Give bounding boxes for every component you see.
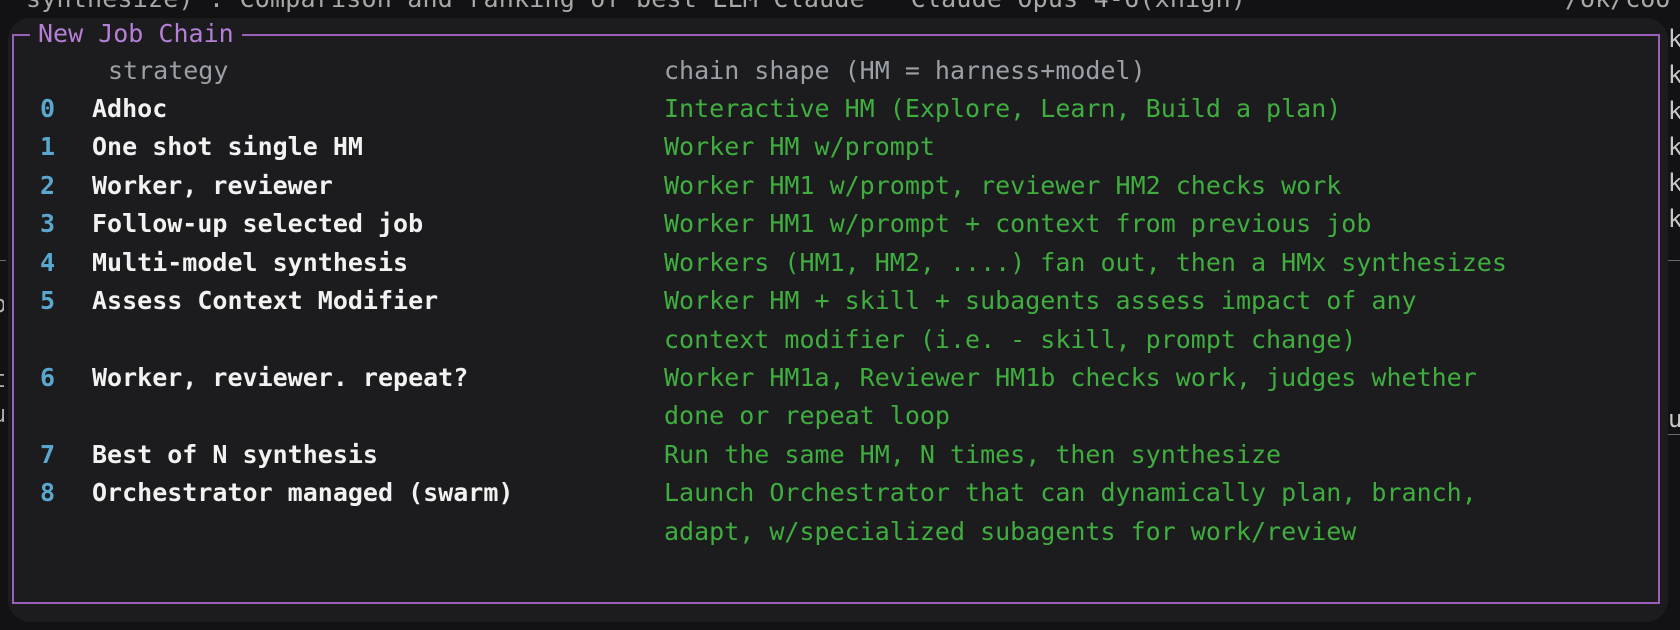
option-index: 0 bbox=[40, 94, 56, 123]
option-strategy: Assess Context Modifier bbox=[92, 286, 439, 315]
background-status-line: synthesize) : Comparison and ranking of … bbox=[26, 0, 1246, 13]
option-index: 3 bbox=[40, 209, 56, 238]
strategy-column-header: strategy bbox=[108, 56, 229, 85]
option-strategy: Best of N synthesis bbox=[92, 440, 378, 469]
option-strategy: Orchestrator managed (swarm) bbox=[92, 478, 514, 507]
background-left-char: b bbox=[0, 290, 4, 318]
background-right-char: k bbox=[1668, 133, 1680, 161]
background-right-char: k bbox=[1668, 61, 1680, 89]
option-chain-shape-continued: context modifier (i.e. - skill, prompt c… bbox=[664, 325, 1357, 354]
option-index: 5 bbox=[40, 286, 56, 315]
option-chain-shape: Workers (HM1, HM2, ....) fan out, then a… bbox=[664, 248, 1507, 277]
option-chain-shape: Worker HM + skill + subagents assess imp… bbox=[664, 286, 1417, 315]
option-index: 1 bbox=[40, 132, 56, 161]
option-chain-shape: Worker HM w/prompt bbox=[664, 132, 935, 161]
background-status-line-right: /ok/coo bbox=[1565, 0, 1670, 13]
option-index: 8 bbox=[40, 478, 56, 507]
dialog-title: New Job Chain bbox=[30, 18, 242, 50]
option-strategy: Multi-model synthesis bbox=[92, 248, 409, 277]
option-strategy: Worker, reviewer bbox=[92, 171, 333, 200]
new-job-chain-dialog: New Job Chain strategy chain shape (HM =… bbox=[8, 18, 1668, 622]
background-right-char: u bbox=[1668, 405, 1680, 433]
option-index: 2 bbox=[40, 171, 56, 200]
option-index: 7 bbox=[40, 440, 56, 469]
option-strategy: Adhoc bbox=[92, 94, 168, 123]
background-right-char: k bbox=[1668, 97, 1680, 125]
background-divider bbox=[0, 260, 6, 261]
option-chain-shape: Worker HM1 w/prompt + context from previ… bbox=[664, 209, 1372, 238]
background-right-char: k bbox=[1668, 169, 1680, 197]
background-right-char: k bbox=[1668, 25, 1680, 53]
background-divider bbox=[1668, 260, 1680, 261]
background-right-char: k bbox=[1668, 205, 1680, 233]
background-left-char: t bbox=[0, 365, 4, 393]
option-chain-shape: Interactive HM (Explore, Learn, Build a … bbox=[664, 94, 1342, 123]
option-chain-shape: Worker HM1 w/prompt, reviewer HM2 checks… bbox=[664, 171, 1342, 200]
option-chain-shape: Launch Orchestrator that can dynamically… bbox=[664, 478, 1477, 507]
option-chain-shape-continued: done or repeat loop bbox=[664, 401, 950, 430]
option-index: 4 bbox=[40, 248, 56, 277]
option-index: 6 bbox=[40, 363, 56, 392]
option-chain-shape: Worker HM1a, Reviewer HM1b checks work, … bbox=[664, 363, 1477, 392]
option-strategy: Follow-up selected job bbox=[92, 209, 424, 238]
chain-shape-column-header: chain shape (HM = harness+model) bbox=[664, 56, 1146, 85]
option-chain-shape-continued: adapt, w/specialized subagents for work/… bbox=[664, 517, 1357, 546]
option-chain-shape: Run the same HM, N times, then synthesiz… bbox=[664, 440, 1282, 469]
option-strategy: One shot single HM bbox=[92, 132, 363, 161]
option-strategy: Worker, reviewer. repeat? bbox=[92, 363, 469, 392]
background-divider bbox=[1668, 434, 1680, 435]
background-left-char: u bbox=[0, 400, 4, 428]
